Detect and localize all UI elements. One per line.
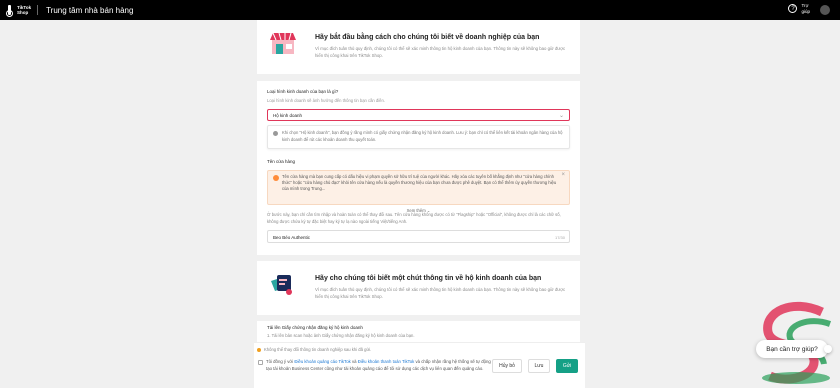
- submit-warning: Không thể thay đổi thông tin doanh nghiệ…: [264, 347, 372, 352]
- warning-icon: [273, 175, 279, 181]
- page-title: Trung tâm nhà bán hàng: [46, 5, 134, 15]
- household-intro-title: Hãy cho chúng tôi biết một chút thông ti…: [315, 275, 542, 282]
- shop-name-label: Tên cửa hàng: [267, 159, 296, 164]
- shop-name-warning: Tên cửa hàng mà bạn cung cấp có dấu hiệu…: [267, 170, 570, 205]
- topbar-divider: [37, 5, 39, 15]
- chevron-down-icon: ⌄: [558, 113, 564, 119]
- business-intro-card: Hãy bắt đầu bằng cách cho chúng tôi biết…: [257, 20, 580, 74]
- save-button[interactable]: Lưu: [528, 359, 550, 373]
- tiktok-logo-icon: [6, 5, 14, 17]
- business-type-select[interactable]: Hộ kinh doanh ⌄: [267, 109, 570, 121]
- submit-bar: Không thể thay đổi thông tin doanh nghiệ…: [254, 342, 585, 388]
- terms-checkbox[interactable]: [258, 360, 263, 365]
- help-line1: Trợ: [801, 3, 809, 8]
- business-type-label: Loại hình kinh doanh của bạn là gì?: [267, 89, 339, 94]
- business-type-value: Hộ kinh doanh: [273, 113, 303, 118]
- shop-name-note: Ở bước này, bạn chỉ cần tìm nhập và hoàn…: [267, 212, 561, 224]
- household-business-icon: [271, 275, 292, 295]
- help-line2: giúp: [801, 8, 810, 14]
- upload-sub: 1. Tải lên bản scan hoặc ảnh Giấy chứng …: [267, 333, 415, 338]
- close-icon[interactable]: ×: [561, 172, 565, 178]
- terms-text: Tôi đồng ý với Điều khoản quảng cáo TikT…: [266, 359, 491, 371]
- business-form-card: Loại hình kinh doanh của bạn là gì? Loại…: [257, 81, 580, 255]
- business-type-sublabel: Loại hình kinh doanh sẽ ảnh hưởng đến th…: [267, 98, 386, 103]
- cancel-button[interactable]: Hủy bỏ: [492, 359, 522, 373]
- storefront-icon: [270, 32, 296, 54]
- logo-line2: Shop: [17, 10, 29, 15]
- business-type-info-text: Khi chọn "Hộ kinh doanh", bạn đồng ý rằn…: [282, 130, 563, 142]
- chat-icon: [824, 345, 832, 353]
- question-icon: ?: [788, 4, 798, 13]
- shop-name-warning-text: Tên cửa hàng mà bạn cung cấp có dấu hiệu…: [282, 174, 557, 191]
- business-type-info: Khi chọn "Hộ kinh doanh", bạn đồng ý rằn…: [267, 125, 570, 149]
- shop-name-value: Beo Béo Authentic: [273, 234, 311, 240]
- shop-name-input[interactable]: Beo Béo Authentic 17/30: [267, 230, 570, 243]
- household-intro-card: Hãy cho chúng tôi biết một chút thông ti…: [257, 261, 580, 315]
- top-bar: TikTok Shop Trung tâm nhà bán hàng ? Trợ…: [0, 0, 840, 20]
- char-counter: 17/30: [554, 234, 565, 240]
- business-intro-desc: Vì mục đích tuân thủ quy định, chúng tôi…: [315, 46, 566, 58]
- help-chat-bubble[interactable]: Bạn cần trợ giúp?: [756, 340, 832, 358]
- help-chat-text: Bạn cần trợ giúp?: [766, 345, 818, 353]
- tiktok-shop-logo[interactable]: TikTok Shop: [6, 5, 31, 17]
- help-button[interactable]: ? Trợ giúp: [788, 3, 810, 14]
- tiktok-ads-terms-link[interactable]: Điều khoản quảng cáo TikTok: [294, 359, 350, 364]
- tiktok-payment-terms-link[interactable]: Điều khoản thanh toán TikTok: [358, 359, 415, 364]
- upload-label: Tải lên Giấy chứng nhận đăng ký hộ kinh …: [267, 325, 363, 330]
- info-icon: [273, 131, 278, 136]
- avatar[interactable]: [820, 5, 830, 15]
- household-intro-desc: Vì mục đích tuân thủ quy định, chúng tôi…: [315, 287, 566, 299]
- submit-button[interactable]: Gửi: [556, 359, 578, 373]
- warning-icon: [257, 348, 261, 352]
- business-intro-title: Hãy bắt đầu bằng cách cho chúng tôi biết…: [315, 34, 540, 41]
